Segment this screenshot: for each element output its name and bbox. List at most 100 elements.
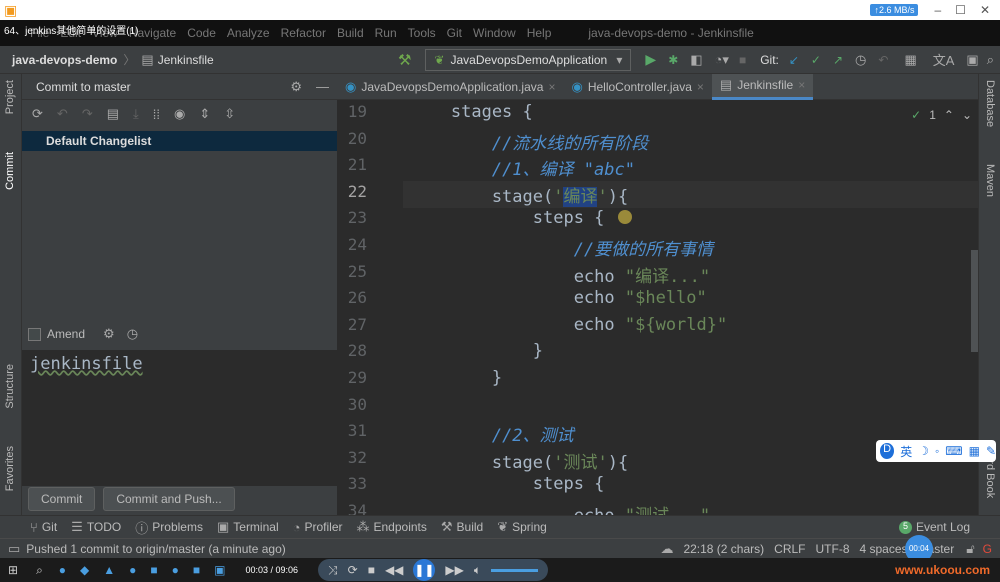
tool-project[interactable]: Project bbox=[4, 80, 16, 114]
close-tab-icon[interactable]: × bbox=[548, 80, 555, 94]
rewind-icon[interactable]: ◀◀ bbox=[385, 563, 403, 577]
toolwindow-spring[interactable]: ❦ Spring bbox=[497, 519, 547, 535]
run-config-select[interactable]: ❦ JavaDevopsDemoApplication ▾ bbox=[425, 48, 632, 71]
speed-badge: ↑2.6 MB/s bbox=[870, 4, 919, 16]
line-separator[interactable]: CRLF bbox=[774, 542, 805, 556]
profile-icon[interactable]: ◔▾ bbox=[715, 52, 729, 68]
repeat-icon[interactable]: ⟳ bbox=[348, 563, 358, 577]
prev-icon[interactable]: ⌃ bbox=[944, 108, 954, 122]
eye-icon[interactable]: ◉ bbox=[174, 106, 185, 122]
hide-icon[interactable]: — bbox=[316, 79, 329, 94]
git-push-icon[interactable]: ↗ bbox=[833, 53, 843, 67]
taskbar-apps[interactable]: ●◆▲●■●■▣ bbox=[59, 563, 240, 577]
tool-structure[interactable]: Structure bbox=[4, 364, 16, 409]
toolwindow-profiler[interactable]: ◔ Profiler bbox=[293, 520, 343, 535]
commit-button[interactable]: Commit bbox=[28, 487, 96, 511]
search-icon[interactable]: ⌕ bbox=[987, 52, 994, 68]
encoding[interactable]: UTF-8 bbox=[816, 542, 850, 556]
toolwindow-git[interactable]: ⑂ Git bbox=[30, 520, 57, 535]
terminal-icon[interactable]: ▣ bbox=[966, 52, 978, 68]
toolwindow-build[interactable]: ⚒ Build bbox=[441, 519, 483, 535]
menu-code[interactable]: Code bbox=[187, 26, 216, 40]
gear-icon[interactable]: ⚙ bbox=[103, 326, 115, 342]
tab-label: JavaDevopsDemoApplication.java bbox=[361, 79, 544, 94]
debug-icon[interactable]: ✱ bbox=[668, 53, 678, 67]
ime-toolbar[interactable]: D 英 ☽ ◦ ⌨ ▦ ✎ bbox=[876, 440, 996, 462]
next-icon[interactable]: ⌄ bbox=[962, 108, 972, 122]
tab-javadevopsdemoapplication-java[interactable]: ◉ JavaDevopsDemoApplication.java × bbox=[337, 74, 563, 100]
menu-build[interactable]: Build bbox=[337, 26, 364, 40]
menu-help[interactable]: Help bbox=[527, 26, 552, 40]
run-icon[interactable]: ▶ bbox=[645, 51, 656, 68]
close-button[interactable]: ✕ bbox=[980, 3, 990, 17]
collapse-all-icon[interactable]: ⇳ bbox=[224, 106, 235, 122]
close-tab-icon[interactable]: × bbox=[697, 80, 704, 94]
windows-start-icon[interactable]: ⊞ bbox=[8, 563, 18, 577]
group-icon[interactable]: ⁞⁞ bbox=[153, 107, 160, 122]
maximize-button[interactable]: ☐ bbox=[955, 3, 966, 17]
close-tab-icon[interactable]: × bbox=[798, 78, 805, 92]
breadcrumb-file[interactable]: Jenkinsfile bbox=[158, 53, 214, 67]
menu-tools[interactable]: Tools bbox=[408, 26, 436, 40]
editor-scrollbar[interactable] bbox=[971, 250, 978, 352]
caret-position[interactable]: 22:18 (2 chars) bbox=[683, 542, 764, 556]
breadcrumb-project[interactable]: java-devops-demo bbox=[12, 53, 117, 67]
pause-button[interactable]: ❚❚ bbox=[413, 559, 436, 581]
menu-analyze[interactable]: Analyze bbox=[227, 26, 270, 40]
event-log-button[interactable]: 5 Event Log bbox=[898, 520, 970, 534]
code-line: echo "$hello" bbox=[369, 288, 707, 308]
forward-icon[interactable]: ▶▶ bbox=[445, 563, 463, 577]
coverage-icon[interactable]: ◧ bbox=[690, 52, 702, 68]
shuffle-icon[interactable]: ⤨ bbox=[328, 563, 338, 578]
volume-icon[interactable]: 🔈︎ bbox=[474, 563, 481, 578]
menu-refactor[interactable]: Refactor bbox=[281, 26, 326, 40]
stop-icon[interactable]: ■ bbox=[739, 53, 746, 67]
menu-run[interactable]: Run bbox=[375, 26, 397, 40]
volume-slider[interactable] bbox=[491, 568, 539, 572]
cloud-icon: ☁ bbox=[660, 540, 674, 556]
hammer-icon[interactable]: ⚒ bbox=[398, 51, 411, 69]
default-changelist[interactable]: Default Changelist bbox=[22, 131, 337, 151]
inspection-widget[interactable]: ✓ 1 ⌃ ⌄ bbox=[911, 108, 972, 122]
translate-icon[interactable]: 文A bbox=[933, 50, 955, 69]
history-icon[interactable]: ◷ bbox=[855, 52, 866, 68]
rollback-icon[interactable]: ↶ bbox=[57, 106, 68, 122]
status-message[interactable]: Pushed 1 commit to origin/master (a minu… bbox=[26, 542, 285, 556]
toolwindow-problems[interactable]: ⓘ Problems bbox=[135, 518, 203, 537]
minimize-button[interactable]: – bbox=[934, 3, 941, 17]
rollback-icon[interactable]: ↶ bbox=[878, 53, 888, 67]
tool-commit[interactable]: Commit bbox=[4, 152, 16, 190]
tool-maven[interactable]: Maven bbox=[984, 164, 996, 197]
shelve-icon[interactable]: ⤓ bbox=[133, 106, 139, 122]
commit-and-push-button[interactable]: Commit and Push... bbox=[103, 487, 235, 511]
lock-icon[interactable]: 🔓︎ bbox=[966, 541, 974, 557]
toolwindow-todo[interactable]: ☰ TODO bbox=[71, 519, 121, 535]
gear-icon[interactable]: ⚙ bbox=[290, 79, 302, 95]
code-line: //要做的所有事情 bbox=[369, 235, 713, 260]
tool-database[interactable]: Database bbox=[984, 80, 996, 127]
commit-message-input[interactable]: jenkinsfile bbox=[22, 350, 337, 486]
code-line: } bbox=[369, 368, 502, 388]
tool-favorites[interactable]: Favorites bbox=[4, 446, 16, 491]
search-icon[interactable]: ⌕ bbox=[36, 563, 43, 578]
cursor-bulb-icon[interactable] bbox=[618, 210, 632, 224]
stop-icon[interactable]: ■ bbox=[368, 563, 375, 577]
toolwindow-endpoints[interactable]: ⁂ Endpoints bbox=[357, 519, 427, 535]
tab-jenkinsfile[interactable]: ▤ Jenkinsfile × bbox=[711, 73, 814, 100]
indent[interactable]: 4 spaces bbox=[860, 542, 908, 556]
diff-icon[interactable]: ▤ bbox=[107, 106, 119, 122]
git-commit-icon[interactable]: ✓ bbox=[811, 53, 821, 67]
clock-icon[interactable]: ◷ bbox=[127, 326, 138, 342]
refresh-icon[interactable]: ⟳ bbox=[32, 106, 43, 122]
project-structure-icon[interactable]: ▦ bbox=[904, 52, 916, 68]
git-update-icon[interactable]: ↙ bbox=[789, 53, 799, 67]
panel-icon[interactable]: ▭ bbox=[8, 541, 20, 557]
menu-git[interactable]: Git bbox=[447, 26, 462, 40]
amend-checkbox[interactable] bbox=[28, 327, 41, 341]
expand-all-icon[interactable]: ⇕ bbox=[199, 106, 210, 122]
toolwindow-terminal[interactable]: ▣ Terminal bbox=[217, 519, 279, 535]
tab-hellocontroller-java[interactable]: ◉ HelloController.java × bbox=[563, 74, 711, 100]
spring-label: Spring bbox=[512, 520, 547, 534]
menu-window[interactable]: Window bbox=[473, 26, 516, 40]
move-icon[interactable]: ↷ bbox=[82, 106, 93, 122]
